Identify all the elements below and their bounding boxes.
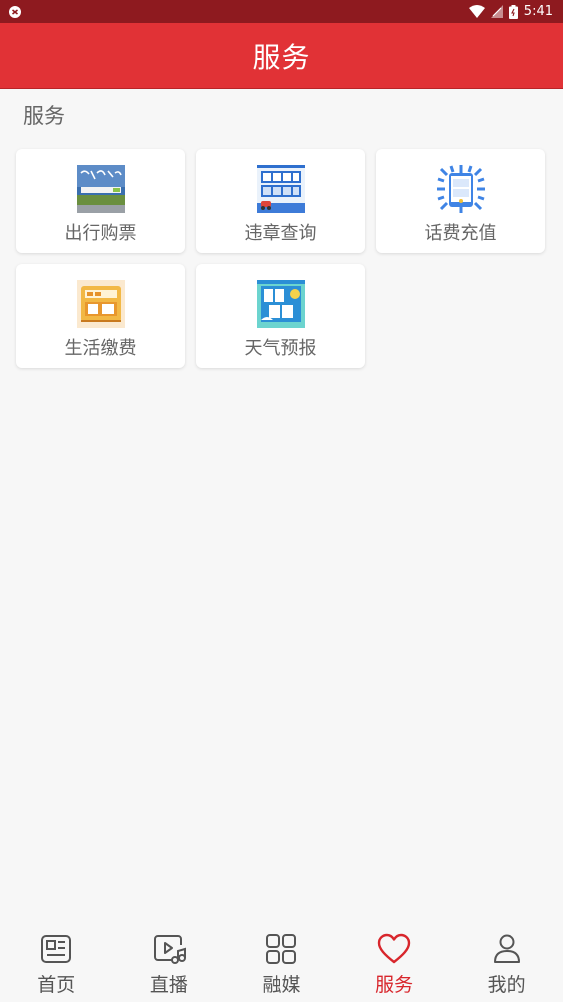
service-label: 违章查询: [244, 223, 317, 244]
violation-query-icon: [256, 165, 305, 213]
section-title: 服务: [23, 104, 65, 128]
nav-label: 融媒: [262, 974, 301, 996]
travel-ticket-icon: [76, 165, 125, 213]
nav-label: 服务: [375, 974, 414, 996]
service-label: 出行购票: [64, 223, 137, 244]
live-video-icon: [153, 935, 186, 964]
wifi-icon: [468, 5, 485, 18]
user-icon: [493, 934, 520, 963]
service-label: 天气预报: [244, 338, 317, 359]
phone-recharge-icon: [436, 165, 485, 213]
heart-icon: [377, 933, 411, 964]
status-left: [8, 5, 22, 19]
status-bar: 5:41: [0, 0, 563, 23]
service-card-phone-recharge[interactable]: 话费充值: [376, 149, 545, 253]
status-right: 5:41: [468, 4, 553, 19]
nav-label: 首页: [37, 974, 76, 996]
nav-item-mine[interactable]: 我的: [450, 922, 563, 1002]
nav-item-home[interactable]: 首页: [0, 922, 113, 1002]
nav-item-service[interactable]: 服务: [338, 922, 451, 1002]
service-card-violation-query[interactable]: 违章查询: [196, 149, 365, 253]
signal-icon: [490, 5, 503, 18]
service-card-travel-ticket[interactable]: 出行购票: [16, 149, 185, 253]
utility-payment-icon: [76, 280, 125, 328]
nav-item-live[interactable]: 直播: [113, 922, 226, 1002]
weather-forecast-icon: [256, 280, 305, 328]
nav-label: 我的: [487, 974, 526, 996]
nav-label: 直播: [149, 974, 188, 996]
status-time: 5:41: [523, 4, 553, 19]
grid-icon: [266, 934, 297, 964]
nav-item-media[interactable]: 融媒: [225, 922, 338, 1002]
service-card-utility-payment[interactable]: 生活缴费: [16, 264, 185, 368]
service-label: 生活缴费: [64, 338, 137, 359]
service-card-weather-forecast[interactable]: 天气预报: [196, 264, 365, 368]
app-bar: 服务: [0, 23, 563, 89]
battery-icon: [508, 4, 518, 19]
news-icon: [41, 935, 72, 963]
page-title: 服务: [252, 40, 311, 74]
bottom-nav: 首页 直播 融媒 服务 我的: [0, 922, 563, 1002]
service-label: 话费充值: [424, 223, 497, 244]
shield-icon: [9, 5, 21, 18]
